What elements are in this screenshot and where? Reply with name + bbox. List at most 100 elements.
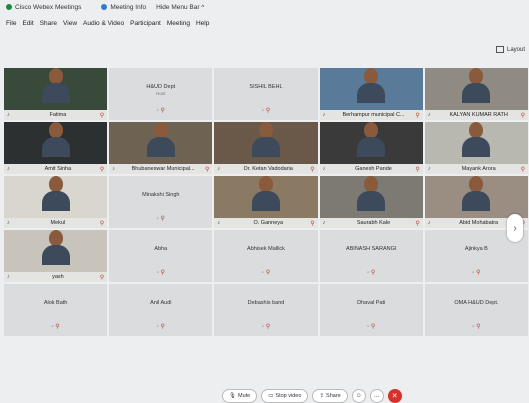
muted-mic-icon: ⚲ [99,112,105,119]
muted-mic-icon: ⚲ [520,112,525,119]
audio-status: ◦ ⚲ [214,323,317,330]
participant-name: Debashis band [247,299,285,306]
participant-tile[interactable]: ♪ Bhubaneswar Municipal... ⚲ [109,122,213,174]
participant-avatar [357,176,386,211]
more-options-button[interactable]: … [369,389,384,403]
participant-tile[interactable]: ♪ O. Ganneya ⚲ [214,176,318,228]
participant-tile[interactable]: ♪ yash ⚲ [4,230,108,282]
participant-name: Bhubaneswar Municipal... [131,166,195,172]
participant-tile[interactable]: Alok Bath ◦ ⚲ [4,284,108,336]
layout-button[interactable]: Layout [495,46,525,53]
microphone-icon: ◦ [156,324,159,330]
next-page-button[interactable]: › [507,214,523,242]
title-bar: Cisco Webex Meetings Meeting Info Hide M… [0,0,529,14]
participant-tile[interactable]: ♪ Fatima ⚲ [4,68,108,120]
microphone-icon: ◦ [367,270,370,276]
muted-mic-icon: ⚲ [55,324,60,330]
participant-tile[interactable]: Abha ◦ ⚲ [109,230,213,282]
muted-mic-icon: ⚲ [99,220,105,227]
muted-mic-icon: ⚲ [160,108,165,114]
participant-name: Dhaval Pati [357,299,386,306]
participant-avatar [41,122,70,157]
participant-name-bar: ♪ Mayank Arora ⚲ [424,164,528,174]
menu-file[interactable]: File [6,20,16,27]
audio-status: ◦ ⚲ [109,323,212,330]
participant-tile[interactable]: Dhaval Pati ◦ ⚲ [319,284,423,336]
participant-name: H&UD Dept Host [109,84,212,96]
participant-tile[interactable]: ♪ Mayank Arora ⚲ [424,122,528,174]
participant-tile[interactable]: ABINASH SARANGI ◦ ⚲ [319,230,423,282]
audio-status: ◦ ⚲ [320,269,423,276]
participant-name-bar: ♪ Dr. Ketan Vadodaria ⚲ [214,164,318,174]
muted-mic-icon: ⚲ [99,274,105,281]
participant-name-bar: ♪ O. Ganneya ⚲ [214,218,318,228]
participant-tile[interactable]: Minakshi Singh ◦ ⚲ [109,176,213,228]
muted-mic-icon: ⚲ [160,270,165,276]
microphone-icon: ◦ [51,324,54,330]
microphone-icon: ♪ [112,166,115,172]
audio-status: ◦ ⚲ [4,323,107,330]
participant-name: Berhampur municipal C... [342,112,405,118]
stop-video-button[interactable]: ▭ Stop video [261,389,309,403]
microphone-icon: ♪ [217,166,221,172]
participant-name: Minakshi Singh [142,191,180,198]
microphone-icon: ◦ [261,270,265,276]
participant-tile[interactable]: ♪ KALYAN KUMAR RATH ⚲ [424,68,528,120]
participant-gallery: ♪ Fatima ⚲ H&UD Dept Host ◦ ⚲ SISHIL BEHL ◦ ⚲ ♪ B… [4,68,528,390]
video-feed [4,68,108,110]
participant-name: Ajinkya B [464,245,488,252]
menu-view[interactable]: View [63,20,77,27]
participant-name: Mekul [50,220,66,226]
participant-tile[interactable]: ♪ Amit Sinha ⚲ [4,122,108,174]
video-feed [4,230,108,272]
menu-share[interactable]: Share [40,20,57,27]
muted-mic-icon: ⚲ [476,324,481,330]
share-button[interactable]: ⇪ Share [312,389,348,403]
participant-tile[interactable]: ♪ Berhampur municipal C... ⚲ [319,68,423,120]
microphone-icon: ♪ [7,166,10,172]
participant-name: Abha [154,245,168,252]
participant-tile[interactable]: ♪ Ganesh Pande ⚲ [319,122,423,174]
audio-status: ◦ ⚲ [425,269,528,276]
menu-meeting[interactable]: Meeting [167,20,190,27]
muted-mic-icon: ⚲ [204,166,210,173]
participant-tile[interactable]: Debashis band ◦ ⚲ [214,284,318,336]
hide-menu-bar-button[interactable]: Hide Menu Bar ^ [156,4,204,11]
participant-tile[interactable]: OMA H&UD Dept. ◦ ⚲ [424,284,528,336]
info-icon [101,4,108,10]
microphone-icon: ♪ [7,112,10,118]
mute-button[interactable]: 🎙 Mute [222,389,258,403]
participant-name: O. Ganneya [253,220,284,226]
reactions-button[interactable]: ☺ [351,389,366,403]
menu-audio-video[interactable]: Audio & Video [83,20,124,27]
participant-tile[interactable]: ♪ Mekul ⚲ [4,176,108,228]
end-meeting-button[interactable]: ✕ [387,389,402,403]
participant-tile[interactable]: SISHIL BEHL ◦ ⚲ [214,68,318,120]
participant-tile[interactable]: H&UD Dept Host ◦ ⚲ [109,68,213,120]
participant-tile[interactable]: Anil Audi ◦ ⚲ [109,284,213,336]
participant-tile[interactable]: ♪ Dr. Ketan Vadodaria ⚲ [214,122,318,174]
participant-tile[interactable]: ♪ Saurabh Kale ⚲ [319,176,423,228]
app-title: Cisco Webex Meetings [6,4,81,11]
chevron-right-icon: › [513,222,517,234]
muted-mic-icon: ⚲ [99,166,105,173]
participant-name-bar: ♪ Amit Sinha ⚲ [4,164,108,174]
microphone-icon: 🎙 [229,393,236,399]
participant-name: ABINASH SARANGI [345,245,397,252]
menu-help[interactable]: Help [196,20,209,27]
camera-icon: ▭ [268,393,274,399]
video-feed [4,176,108,218]
video-feed [214,122,318,164]
meeting-info-link[interactable]: Meeting Info [101,4,146,11]
participant-name: Ganesh Pande [355,166,392,172]
menu-edit[interactable]: Edit [22,20,33,27]
audio-status: ◦ ⚲ [214,107,317,114]
more-icon: … [373,393,380,399]
participant-name: OMA H&UD Dept. [454,299,499,306]
participant-tile[interactable]: Abhisek Mallick ◦ ⚲ [214,230,318,282]
participant-name: Amit Sinha [44,166,72,172]
participant-name: yash [52,274,64,280]
close-icon: ✕ [391,393,398,400]
menu-participant[interactable]: Participant [130,20,161,27]
muted-mic-icon: ⚲ [160,324,165,330]
